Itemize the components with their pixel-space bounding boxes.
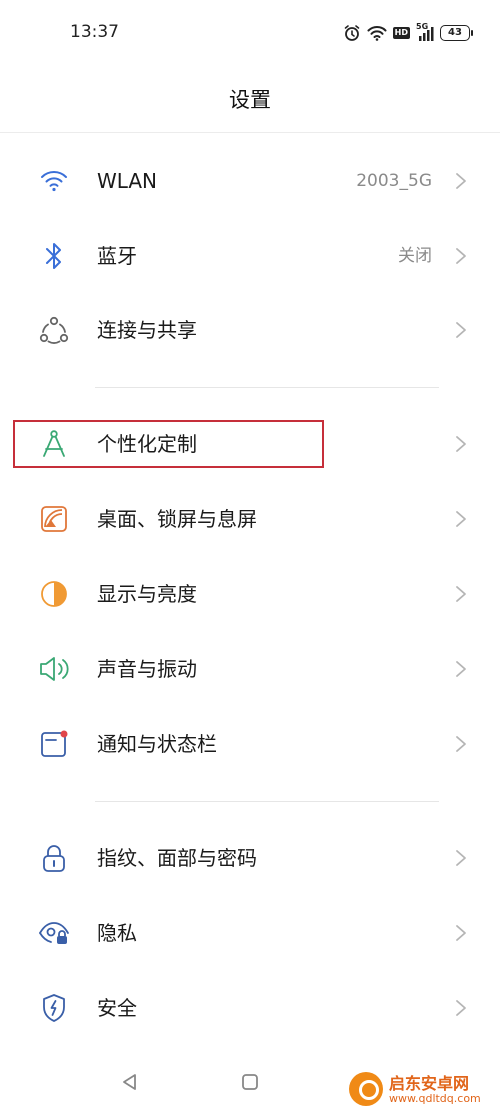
home-icon[interactable]: [236, 1068, 264, 1096]
chevron-right-icon: [454, 849, 468, 867]
watermark-url: www.qdltdq.com: [389, 1092, 481, 1105]
lock-icon: [38, 842, 70, 874]
status-bar: 13:37 HD 5G 43: [0, 0, 500, 66]
settings-item-label: 安全: [97, 996, 137, 1020]
settings-item-label: WLAN: [97, 169, 158, 193]
settings-item-fingerprint[interactable]: 指纹、面部与密码: [0, 821, 500, 895]
wifi-icon: [38, 165, 70, 197]
watermark-title: 启东安卓网: [389, 1074, 470, 1093]
wallpaper-icon: [38, 503, 70, 535]
group-divider: [95, 801, 439, 802]
speaker-icon: [38, 653, 70, 685]
status-icons: HD 5G 43: [343, 22, 473, 44]
settings-item-label: 声音与振动: [97, 657, 197, 681]
settings-item-display[interactable]: 显示与亮度: [0, 557, 500, 631]
notification-icon: [38, 728, 70, 760]
header-divider: [0, 132, 500, 133]
back-icon[interactable]: [116, 1068, 144, 1096]
chevron-right-icon: [454, 999, 468, 1017]
page-title: 设置: [229, 88, 271, 112]
watermark-logo-icon: [349, 1072, 383, 1106]
status-time: 13:37: [70, 22, 119, 42]
settings-item-wlan[interactable]: WLAN 2003_5G: [0, 144, 500, 218]
chevron-right-icon: [454, 172, 468, 190]
chevron-right-icon: [454, 435, 468, 453]
chevron-right-icon: [454, 924, 468, 942]
chevron-right-icon: [454, 660, 468, 678]
settings-item-label: 指纹、面部与密码: [97, 846, 257, 870]
settings-item-security[interactable]: 安全: [0, 971, 500, 1045]
settings-item-label: 连接与共享: [97, 318, 197, 342]
settings-item-label: 桌面、锁屏与息屏: [97, 507, 257, 531]
share-connections-icon: [38, 314, 70, 346]
bluetooth-icon: [38, 240, 70, 272]
battery-icon: 43: [440, 25, 473, 41]
settings-item-value: 2003_5G: [356, 171, 432, 191]
signal-5g-icon: 5G: [416, 22, 434, 42]
shield-icon: [38, 992, 70, 1024]
settings-item-sound[interactable]: 声音与振动: [0, 632, 500, 706]
brightness-icon: [38, 578, 70, 610]
chevron-right-icon: [454, 321, 468, 339]
wifi-icon: [367, 25, 387, 41]
settings-item-label: 通知与状态栏: [97, 732, 217, 756]
settings-item-label: 蓝牙: [97, 244, 137, 268]
settings-item-value: 关闭: [398, 246, 432, 266]
alarm-icon: [343, 24, 361, 42]
watermark: 启东安卓网 www.qdltdq.com: [349, 1070, 494, 1108]
network-type-label: 5G: [416, 22, 429, 31]
privacy-eye-icon: [38, 917, 70, 949]
chevron-right-icon: [454, 735, 468, 753]
group-divider: [95, 387, 439, 388]
chevron-right-icon: [454, 510, 468, 528]
highlight-box: [13, 420, 324, 468]
chevron-right-icon: [454, 247, 468, 265]
settings-item-privacy[interactable]: 隐私: [0, 896, 500, 970]
settings-item-bluetooth[interactable]: 蓝牙 关闭: [0, 219, 500, 293]
settings-item-label: 隐私: [97, 921, 137, 945]
settings-item-label: 显示与亮度: [97, 582, 197, 606]
settings-item-notifications[interactable]: 通知与状态栏: [0, 707, 500, 781]
settings-item-desktop[interactable]: 桌面、锁屏与息屏: [0, 482, 500, 556]
chevron-right-icon: [454, 585, 468, 603]
settings-item-connections[interactable]: 连接与共享: [0, 293, 500, 367]
hd-icon: HD: [392, 27, 410, 39]
